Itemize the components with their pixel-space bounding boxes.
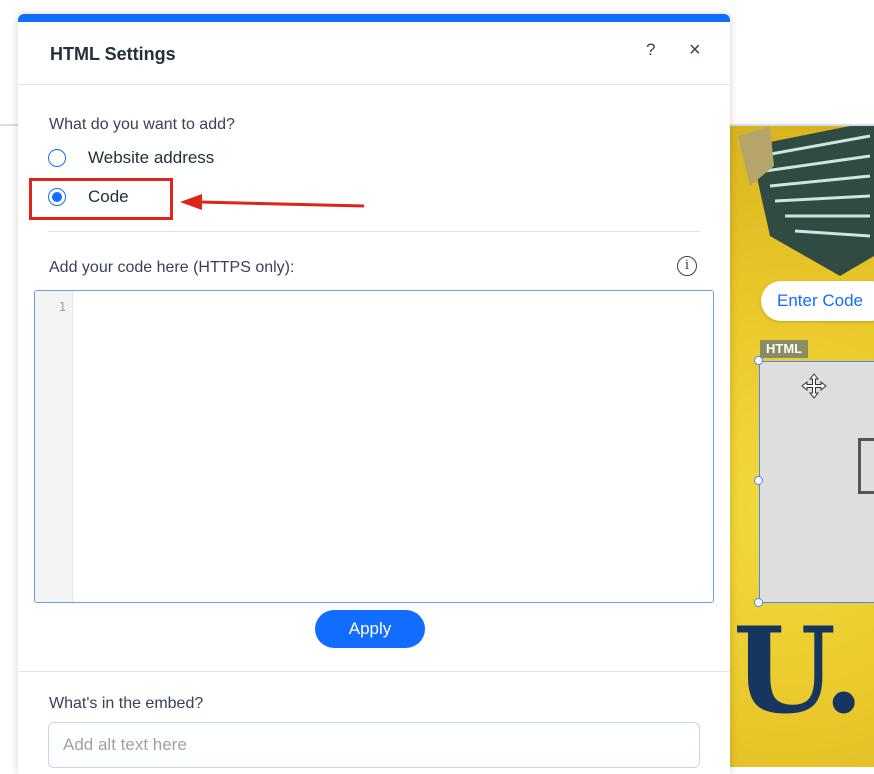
radio-option-website-address[interactable]: Website address (48, 145, 214, 171)
enter-code-button[interactable]: Enter Code (761, 281, 874, 321)
apply-button[interactable]: Apply (315, 610, 425, 648)
panel-title: HTML Settings (50, 44, 176, 64)
code-field-label: Add your code here (HTTPS only): (49, 259, 295, 276)
site-heading-fragment: U. (733, 601, 864, 740)
resize-handle-top-left[interactable] (754, 356, 763, 365)
palm-leaf-image (738, 126, 874, 276)
html-settings-panel: HTML Settings ? × What do you want to ad… (18, 14, 730, 774)
radio-option-label: Website address (88, 148, 215, 167)
line-number: 1 (58, 300, 66, 314)
section-divider (48, 231, 700, 232)
radio-button-unchecked[interactable] (48, 149, 66, 167)
info-icon[interactable]: i (677, 256, 697, 276)
code-editor[interactable]: 1 (34, 290, 714, 603)
resize-handle-middle-left[interactable] (754, 476, 763, 485)
move-cursor-icon (801, 373, 827, 399)
alt-text-input[interactable] (48, 722, 700, 768)
close-icon[interactable]: × (689, 40, 701, 60)
embed-description-label: What's in the embed? (49, 695, 204, 712)
add-type-question: What do you want to add? (49, 116, 235, 133)
annotation-highlight-box (29, 178, 173, 220)
panel-header: HTML Settings ? × (18, 22, 730, 85)
panel-accent-bar (18, 14, 730, 22)
arrow-annotation (180, 194, 365, 210)
line-number-gutter: 1 (35, 291, 73, 602)
section-divider (18, 671, 730, 672)
help-icon[interactable]: ? (646, 40, 655, 60)
embed-icon (858, 438, 874, 494)
html-element-tag: HTML (760, 340, 809, 358)
